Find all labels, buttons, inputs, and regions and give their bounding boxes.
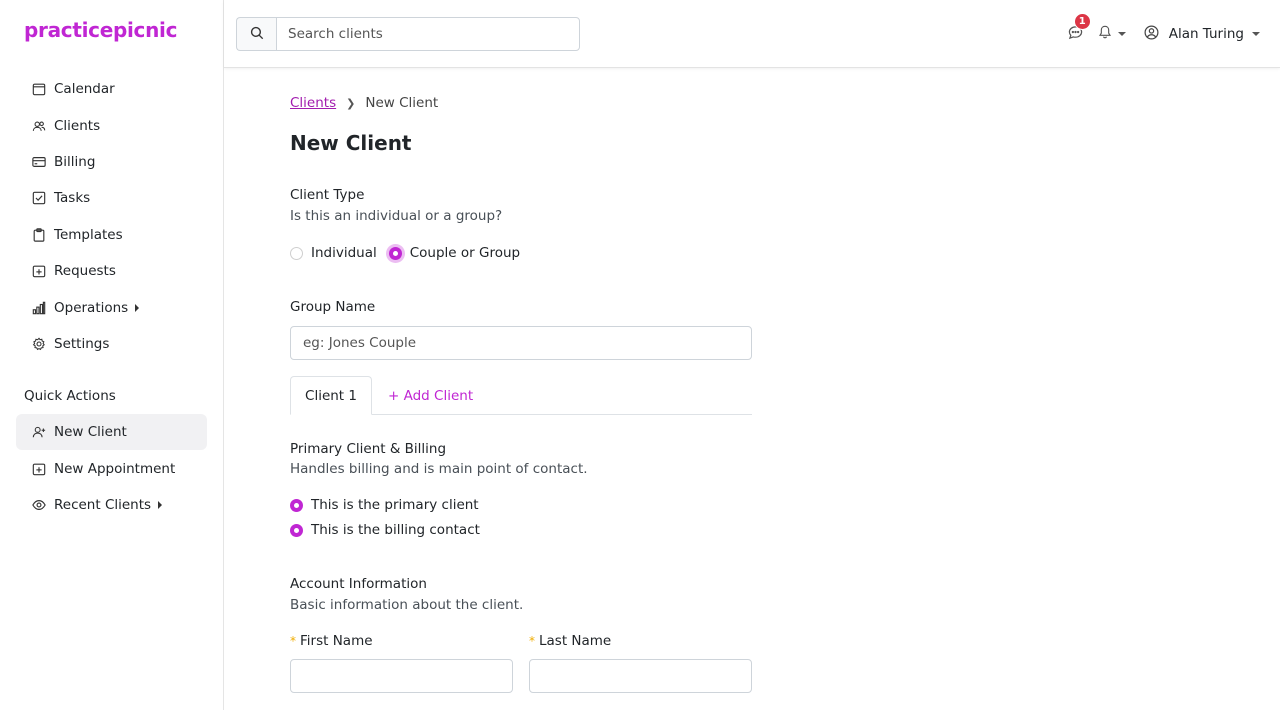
sidebar-item-billing[interactable]: Billing xyxy=(16,144,207,180)
group-name-input[interactable] xyxy=(290,326,752,360)
sidebar-item-label: Tasks xyxy=(54,190,91,207)
last-name-label-text: Last Name xyxy=(539,633,612,649)
sidebar-item-settings[interactable]: Settings xyxy=(16,326,207,362)
credit-card-icon xyxy=(32,155,46,169)
search-group xyxy=(236,17,580,51)
sidebar-item-label: Clients xyxy=(54,117,101,134)
sidebar-item-tasks[interactable]: Tasks xyxy=(16,180,207,216)
bar-chart-icon xyxy=(32,301,46,315)
sidebar-item-requests[interactable]: Requests xyxy=(16,253,207,289)
client-type-title: Client Type xyxy=(290,187,365,203)
search-input[interactable] xyxy=(276,17,580,51)
radio-couple-group-control[interactable] xyxy=(388,246,402,260)
sidebar-item-templates[interactable]: Templates xyxy=(16,217,207,253)
sidebar-item-label: Settings xyxy=(54,335,110,352)
user-circle-icon xyxy=(1144,25,1159,44)
quick-action-label: New Client xyxy=(54,424,127,441)
breadcrumb-clients-link[interactable]: Clients xyxy=(290,95,336,111)
checkbox-icon xyxy=(32,191,46,205)
quick-action-new-client[interactable]: New Client xyxy=(16,414,207,451)
last-name-label: * Last Name xyxy=(529,633,611,649)
top-icons: 1 Alan Turing xyxy=(1066,0,1260,68)
quick-action-label: Recent Clients xyxy=(54,496,152,513)
first-name-label: * First Name xyxy=(290,633,373,649)
sidebar-nav: Calendar Clients Billing Tasks Templates xyxy=(16,71,207,362)
quick-actions-nav: New Client New Appointment Recent Client… xyxy=(16,414,207,523)
sidebar-item-clients[interactable]: Clients xyxy=(16,107,207,143)
notifications-button[interactable] xyxy=(1098,25,1126,43)
last-name-input[interactable] xyxy=(529,659,752,693)
caret-right-icon xyxy=(135,303,140,312)
billing-contact-control[interactable] xyxy=(290,523,303,537)
sidebar-item-calendar[interactable]: Calendar xyxy=(16,71,207,107)
calendar-icon xyxy=(32,82,46,96)
search-icon xyxy=(250,26,264,43)
required-mark: * xyxy=(290,634,296,648)
radio-couple-group[interactable]: Couple or Group xyxy=(388,245,521,261)
primary-client-option[interactable]: This is the primary client xyxy=(290,497,479,513)
gear-icon xyxy=(32,337,46,351)
breadcrumb-current: New Client xyxy=(365,95,439,111)
first-name-input[interactable] xyxy=(290,659,513,693)
chevron-down-icon xyxy=(1117,32,1126,36)
primary-client-label: This is the primary client xyxy=(311,497,479,513)
messages-button[interactable]: 1 xyxy=(1066,13,1091,44)
sidebar-item-label: Calendar xyxy=(54,81,115,98)
search-button[interactable] xyxy=(236,17,276,51)
bell-icon xyxy=(1098,25,1112,43)
billing-contact-label: This is the billing contact xyxy=(311,522,480,538)
caret-right-icon xyxy=(158,500,163,509)
primary-billing-title: Primary Client & Billing xyxy=(290,441,447,457)
add-client-tab[interactable]: + Add Client xyxy=(388,376,473,415)
person-add-icon xyxy=(32,425,46,439)
client-type-subtitle: Is this an individual or a group? xyxy=(290,208,503,224)
radio-individual-control[interactable] xyxy=(290,246,303,260)
chevron-right-icon: ❯ xyxy=(346,96,356,110)
sidebar: practicepicnic Calendar Clients Billing … xyxy=(0,0,224,710)
radio-couple-group-label: Couple or Group xyxy=(409,245,521,261)
sidebar-item-label: Operations xyxy=(54,299,129,316)
user-name: Alan Turing xyxy=(1168,26,1244,42)
billing-contact-option[interactable]: This is the billing contact xyxy=(290,522,480,538)
users-icon xyxy=(32,119,46,133)
account-info-subtitle: Basic information about the client. xyxy=(290,597,524,613)
breadcrumb: Clients ❯ New Client xyxy=(290,95,438,111)
required-mark: * xyxy=(529,634,535,648)
client-tabs: Client 1 + Add Client xyxy=(290,376,752,415)
calendar-plus-icon xyxy=(32,462,46,476)
sidebar-item-label: Requests xyxy=(54,263,116,280)
brand-logo[interactable]: practicepicnic xyxy=(24,18,177,42)
sidebar-item-operations[interactable]: Operations xyxy=(16,289,207,325)
eye-icon xyxy=(32,498,46,512)
tab-client-1[interactable]: Client 1 xyxy=(290,376,372,415)
page-title: New Client xyxy=(290,131,412,155)
primary-client-control[interactable] xyxy=(290,498,303,512)
quick-action-recent-clients[interactable]: Recent Clients xyxy=(16,487,207,523)
first-name-label-text: First Name xyxy=(300,633,373,649)
sidebar-item-label: Billing xyxy=(54,153,96,170)
sidebar-item-label: Templates xyxy=(54,226,123,243)
calendar-plus-icon xyxy=(32,264,46,278)
group-name-label: Group Name xyxy=(290,299,376,315)
message-count-badge: 1 xyxy=(1073,13,1091,30)
account-info-title: Account Information xyxy=(290,576,427,592)
quick-action-new-appointment[interactable]: New Appointment xyxy=(16,450,207,486)
chevron-down-icon xyxy=(1252,32,1260,36)
client-type-options: Individual Couple or Group xyxy=(290,245,520,261)
primary-billing-subtitle: Handles billing and is main point of con… xyxy=(290,461,588,477)
quick-actions-title: Quick Actions xyxy=(24,388,116,404)
quick-action-label: New Appointment xyxy=(54,460,176,477)
radio-individual[interactable]: Individual xyxy=(290,245,377,261)
radio-individual-label: Individual xyxy=(311,245,377,261)
clipboard-icon xyxy=(32,228,46,242)
top-bar: 1 Alan Turing xyxy=(224,0,1280,68)
user-menu[interactable]: Alan Turing xyxy=(1144,25,1260,44)
